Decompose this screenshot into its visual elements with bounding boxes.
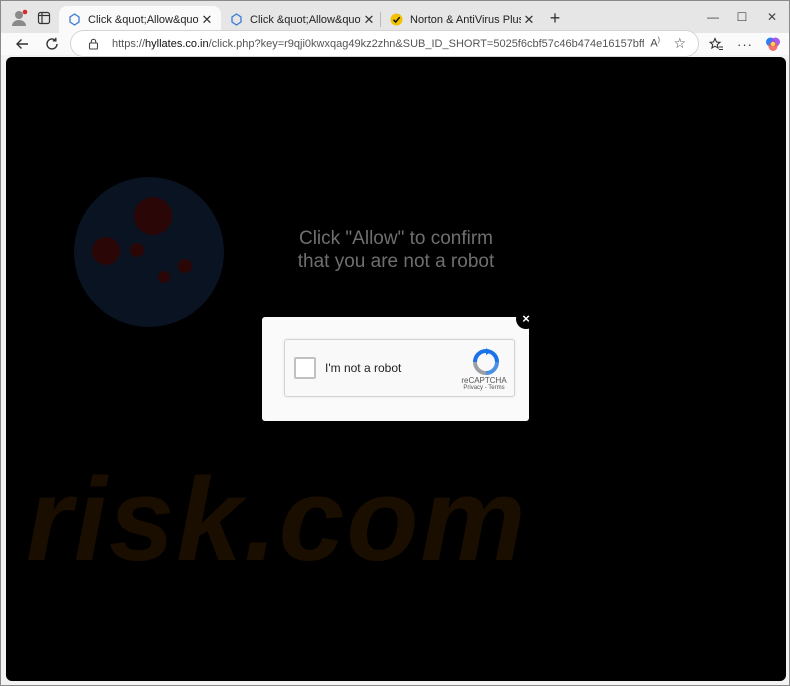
tab-close-icon[interactable]: ✕ [199,12,215,28]
watermark-text: risk.com [26,454,528,586]
tab-close-icon[interactable]: ✕ [521,12,537,28]
tab-title: Click &quot;Allow&quot; [88,13,199,26]
read-aloud-label: A [650,37,658,50]
page-headline: Click "Allow" to confirm that you are no… [6,227,786,273]
url-host: hyllates.co.in [145,37,209,50]
tab-close-icon[interactable]: ✕ [361,12,377,28]
more-icon[interactable]: ··· [734,33,756,55]
recaptcha-privacy-terms[interactable]: Privacy - Terms [455,385,513,391]
page-loading-icon [67,13,81,27]
favorites-icon[interactable] [705,33,727,55]
lock-icon[interactable] [81,38,105,50]
profile-avatar-icon[interactable] [5,4,33,32]
url-path: /click.php?key=r9qji0kwxqag49kz2zhn&SUB_… [208,37,644,50]
tab-norton[interactable]: Norton & AntiVirus Plus ✕ [381,6,543,33]
workspaces-icon[interactable] [30,4,58,32]
star-icon[interactable]: ☆ [673,35,686,52]
minimize-button[interactable]: — [698,7,728,27]
recaptcha-logo-icon [473,348,499,375]
page-content: risk.com Click "Allow" to confirm that y… [6,57,786,681]
address-bar[interactable]: https://hyllates.co.in/click.php?key=r9q… [70,30,699,57]
dialog-close-button[interactable]: × [516,309,536,329]
headline-line-2: that you are not a robot [297,251,495,272]
page-loading-icon [229,13,243,27]
tab-click-allow-1[interactable]: Click &quot;Allow&quot; ✕ [59,6,221,33]
close-window-button[interactable]: ✕ [757,7,787,27]
not-a-robot-checkbox[interactable] [294,357,316,379]
read-aloud-icon[interactable]: A) [650,37,660,50]
copilot-icon[interactable] [762,33,784,55]
tab-title: Norton & AntiVirus Plus [410,13,521,26]
url-scheme: https:// [112,37,146,50]
recaptcha-widget: I'm not a robot reCAPTCHA Privacy - Term… [284,339,515,397]
url-text[interactable]: https://hyllates.co.in/click.php?key=r9q… [112,38,644,50]
refresh-icon[interactable] [41,33,63,55]
captcha-dialog: I'm not a robot reCAPTCHA Privacy - Term… [262,317,529,421]
maximize-button[interactable]: ☐ [727,7,757,27]
recaptcha-brand: reCAPTCHA [461,376,507,385]
tab-title: Click &quot;Allow&quot; [250,13,361,26]
new-tab-button[interactable]: + [544,6,566,30]
browser-window: Click &quot;Allow&quot; ✕ Click &quot;Al… [0,0,790,686]
navigation-bar: https://hyllates.co.in/click.php?key=r9q… [1,30,789,57]
norton-check-icon [389,13,403,27]
back-arrow-icon[interactable] [11,33,33,55]
tab-click-allow-2[interactable]: Click &quot;Allow&quot; ✕ [221,6,383,33]
headline-line-1: Click "Allow" to confirm [298,228,494,249]
checkbox-label: I'm not a robot [325,361,402,375]
